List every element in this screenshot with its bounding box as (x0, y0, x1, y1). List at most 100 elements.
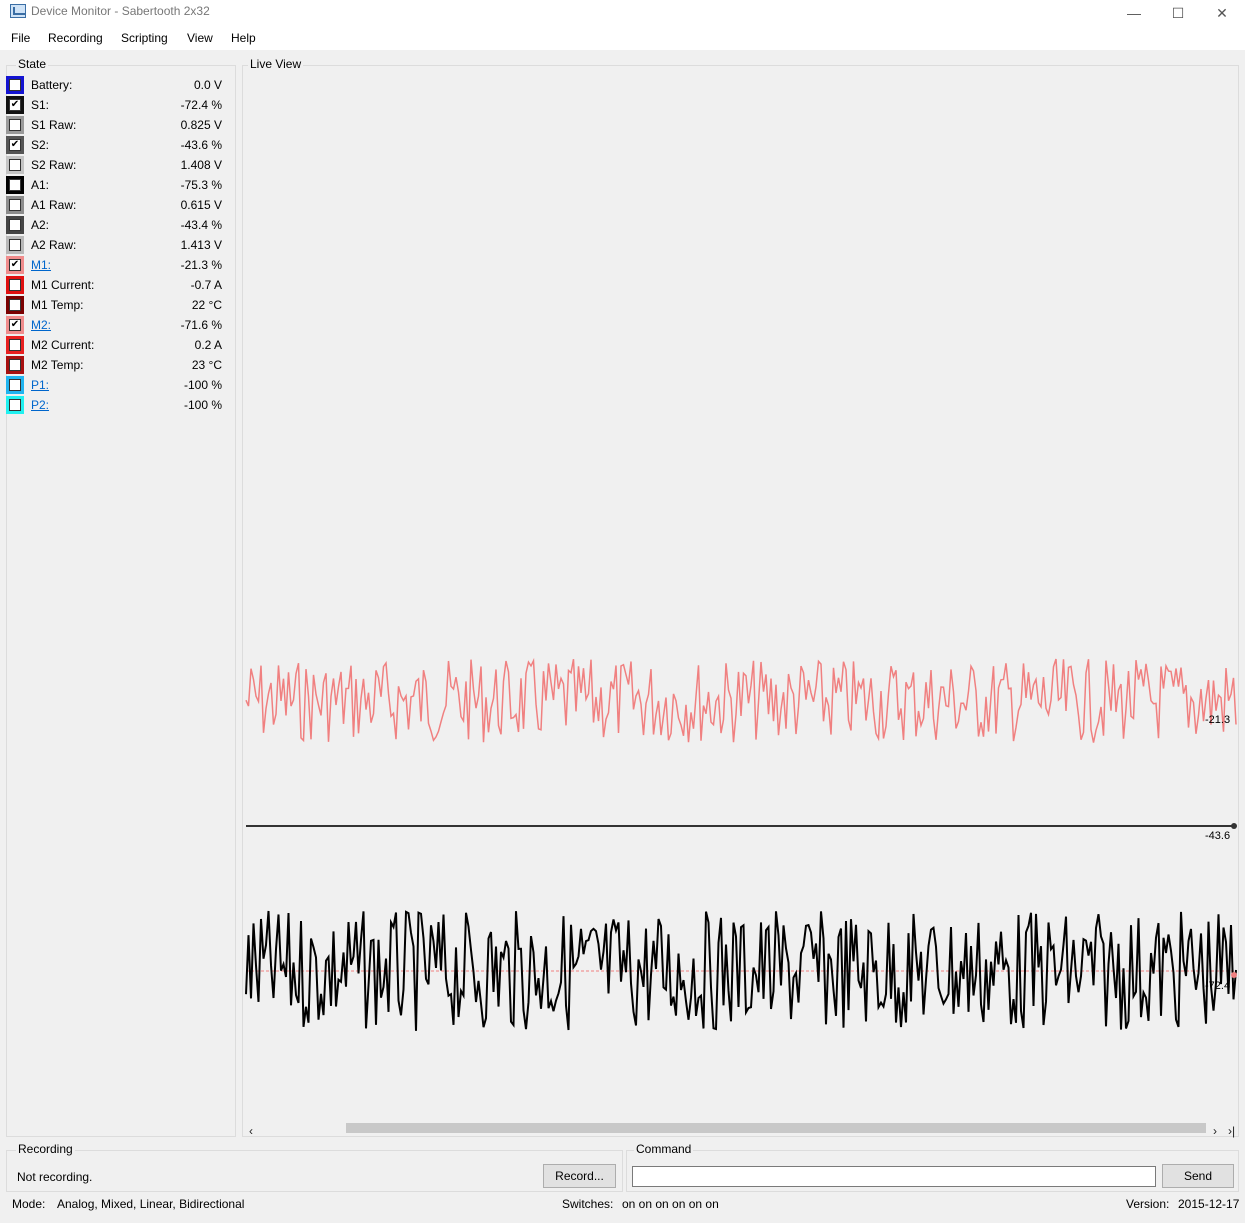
state-row: A1: -75.3 % (6, 176, 224, 194)
m1-end-label: -21.3 (1205, 714, 1230, 726)
state-checkbox[interactable] (6, 216, 24, 234)
state-value: 0.615 V (180, 198, 222, 212)
state-row: ✔ M2: -71.6 % (6, 316, 224, 334)
state-label: A2: (31, 218, 50, 232)
state-checkbox[interactable] (6, 336, 24, 354)
horizontal-scrollbar-thumb[interactable] (346, 1123, 1206, 1133)
state-row: ✔ S2: -43.6 % (6, 136, 224, 154)
checkbox-box (9, 159, 21, 171)
state-value: -72.4 % (180, 98, 222, 112)
checkbox-box (9, 339, 21, 351)
state-checkbox[interactable] (6, 396, 24, 414)
maximize-icon: ☐ (1171, 4, 1185, 21)
mode-label: Mode: (12, 1197, 46, 1211)
close-icon: ✕ (1216, 4, 1228, 21)
state-value: -71.6 % (180, 318, 222, 332)
menu-bar: File Recording Scripting View Help (0, 26, 1245, 50)
state-checkbox[interactable]: ✔ (6, 316, 24, 334)
state-value: 0.0 V (193, 78, 222, 92)
state-label: S1 Raw: (31, 118, 77, 132)
state-row: A1 Raw: 0.615 V (6, 196, 224, 214)
title-bar: Device Monitor - Sabertooth 2x32 — ☐ ✕ (0, 0, 1245, 26)
checkbox-box (9, 359, 21, 371)
state-value: -43.4 % (180, 218, 222, 232)
checkbox-box (9, 299, 21, 311)
scroll-end-arrow[interactable]: ›| (1228, 1124, 1235, 1138)
state-checkbox[interactable] (6, 236, 24, 254)
checkbox-box (9, 119, 21, 131)
m1-trace (245, 657, 1237, 743)
state-label[interactable]: M1: (31, 258, 51, 272)
state-checkbox[interactable] (6, 76, 24, 94)
state-label[interactable]: P1: (31, 378, 49, 392)
menu-view[interactable]: View (187, 31, 213, 45)
state-value: 23 °C (191, 358, 222, 372)
menu-help[interactable]: Help (231, 31, 256, 45)
state-checkbox[interactable] (6, 296, 24, 314)
state-checkbox[interactable] (6, 176, 24, 194)
switches-label: Switches: (562, 1197, 614, 1211)
state-checkbox[interactable] (6, 156, 24, 174)
state-label[interactable]: P2: (31, 398, 49, 412)
checkbox-box (9, 239, 21, 251)
state-row: P1: -100 % (6, 376, 224, 394)
state-value: 0.825 V (180, 118, 222, 132)
command-input[interactable] (632, 1166, 1156, 1187)
state-checkbox[interactable] (6, 196, 24, 214)
command-title: Command (634, 1142, 694, 1156)
state-label[interactable]: M2: (31, 318, 51, 332)
state-row: M2 Current: 0.2 A (6, 336, 224, 354)
checkbox-box (9, 379, 21, 391)
checkbox-box (9, 279, 21, 291)
s2-end-marker (1231, 823, 1237, 829)
state-label: A2 Raw: (31, 238, 77, 252)
state-value: -21.3 % (180, 258, 222, 272)
state-label: A1: (31, 178, 50, 192)
state-row: M1 Temp: 22 °C (6, 296, 224, 314)
checkbox-box (9, 399, 21, 411)
live-view-panel: -21.3 -43.6 -72.4 ‹ › ›| (242, 65, 1239, 1138)
state-checkbox[interactable]: ✔ (6, 256, 24, 274)
state-value: 1.408 V (180, 158, 222, 172)
scroll-right-arrow[interactable]: › (1213, 1124, 1217, 1138)
state-label: S2: (31, 138, 50, 152)
menu-scripting[interactable]: Scripting (121, 31, 168, 45)
checkbox-box (9, 199, 21, 211)
state-checkbox[interactable] (6, 116, 24, 134)
m2-end-marker (1231, 972, 1237, 978)
scroll-left-arrow[interactable]: ‹ (249, 1124, 253, 1138)
maximize-button[interactable]: ☐ (1155, 0, 1201, 26)
state-label: Battery: (31, 78, 73, 92)
state-label: M1 Current: (31, 278, 95, 292)
state-checkbox[interactable] (6, 356, 24, 374)
state-row: P2: -100 % (6, 396, 224, 414)
state-checkbox[interactable]: ✔ (6, 136, 24, 154)
state-value: -100 % (183, 398, 222, 412)
state-label: S2 Raw: (31, 158, 77, 172)
state-row: M1 Current: -0.7 A (6, 276, 224, 294)
record-button[interactable]: Record... (543, 1164, 616, 1188)
app-chart-icon (10, 4, 26, 18)
state-row: A2 Raw: 1.413 V (6, 236, 224, 254)
checkbox-box (9, 179, 21, 191)
send-button[interactable]: Send (1162, 1164, 1234, 1188)
recording-status: Not recording. (17, 1170, 93, 1184)
version-label: Version: (1126, 1197, 1170, 1211)
state-checkbox[interactable] (6, 376, 24, 394)
live-view-title: Live View (248, 57, 304, 71)
state-label: M2 Current: (31, 338, 95, 352)
state-value: -43.6 % (180, 138, 222, 152)
state-value: -75.3 % (180, 178, 222, 192)
minimize-button[interactable]: — (1111, 0, 1157, 26)
switches-value: on on on on on on (622, 1197, 719, 1211)
state-checkbox[interactable] (6, 276, 24, 294)
state-checkbox[interactable]: ✔ (6, 96, 24, 114)
state-row: ✔ M1: -21.3 % (6, 256, 224, 274)
state-row: ✔ S1: -72.4 % (6, 96, 224, 114)
state-value: -100 % (183, 378, 222, 392)
menu-file[interactable]: File (11, 31, 30, 45)
state-row: S2 Raw: 1.408 V (6, 156, 224, 174)
close-button[interactable]: ✕ (1199, 0, 1245, 26)
menu-recording[interactable]: Recording (48, 31, 103, 45)
checkmark-icon: ✔ (9, 259, 21, 271)
